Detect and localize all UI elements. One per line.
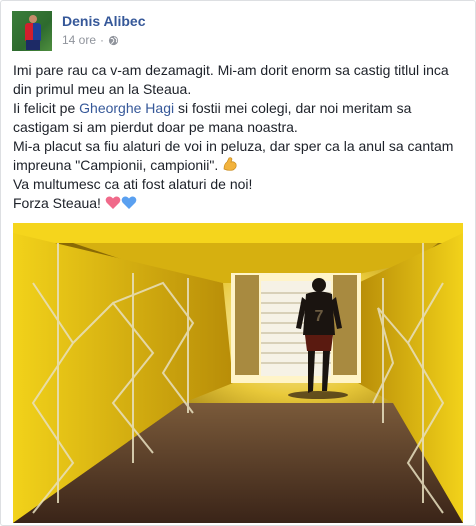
post-line: Forza Steaua!	[13, 194, 463, 213]
post-line: Ii felicit pe Gheorghe Hagi si fostii me…	[13, 99, 463, 118]
flexed-biceps-icon	[223, 157, 237, 171]
post-photo[interactable]: 7	[13, 223, 463, 523]
stadium-tunnel-photo: 7	[13, 223, 463, 523]
post-line-text: si fostii mei colegi, dar noi meritam sa	[174, 100, 412, 116]
post-line: castigam si am pierdut doar pe mana noas…	[13, 119, 298, 135]
post-line: Imi pare rau ca v-am dezamagit. Mi-am do…	[13, 62, 449, 78]
post-time[interactable]: 14 ore	[62, 33, 96, 47]
post-text: Imi pare rau ca v-am dezamagit. Mi-am do…	[13, 61, 463, 213]
avatar[interactable]	[12, 11, 52, 51]
avatar-figure-legs	[26, 40, 40, 50]
avatar-figure-shirt	[25, 23, 41, 41]
post-header: Denis Alibec 14 ore ·	[12, 11, 452, 51]
post-line: impreuna "Campionii, campionii".	[13, 156, 463, 175]
post-line-text: Forza Steaua!	[13, 195, 105, 211]
author-name[interactable]: Denis Alibec	[62, 13, 146, 29]
facebook-post-card: Denis Alibec 14 ore · Imi pare rau ca v-…	[0, 0, 476, 526]
post-line: Va multumesc ca ati fost alaturi de noi!	[13, 176, 253, 192]
svg-text:7: 7	[315, 308, 324, 325]
avatar-figure-head	[29, 15, 37, 23]
mention-link-gheorghe-hagi[interactable]: Gheorghe Hagi	[79, 100, 174, 116]
globe-icon[interactable]	[108, 35, 119, 46]
post-line: Mi-a placut sa fiu alaturi de voi in pel…	[13, 138, 454, 154]
post-line: din primul meu an la Steaua.	[13, 81, 192, 97]
red-heart-icon	[105, 196, 121, 209]
post-line-text: impreuna "Campionii, campionii".	[13, 157, 223, 173]
post-meta: 14 ore ·	[62, 33, 119, 47]
blue-heart-icon	[121, 196, 137, 209]
meta-separator: ·	[100, 33, 105, 47]
post-line-text: Ii felicit pe	[13, 100, 80, 116]
